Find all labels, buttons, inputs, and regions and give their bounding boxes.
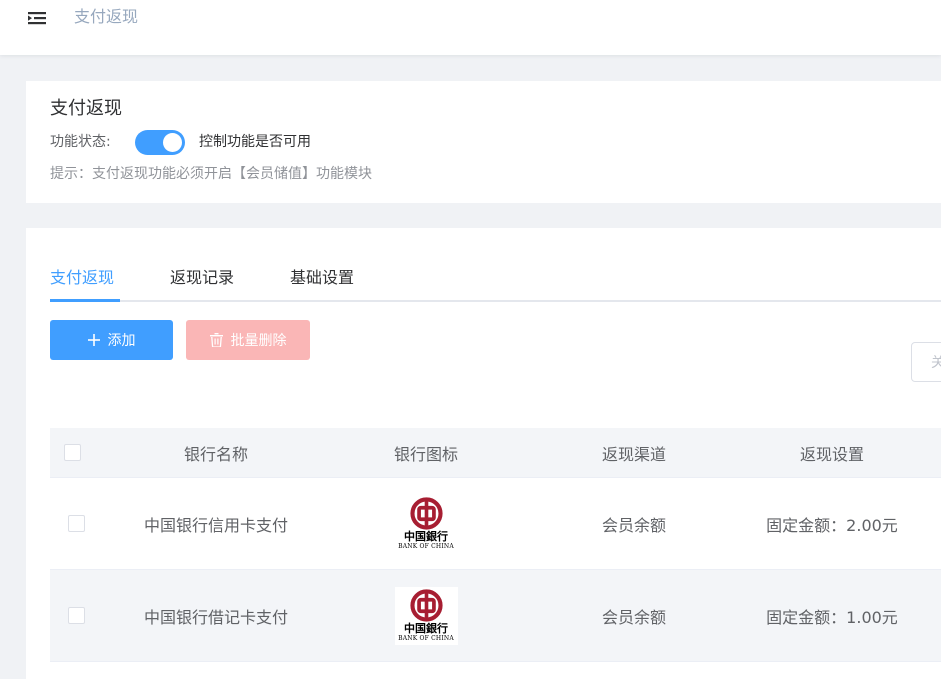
add-button-label: 添加 — [107, 333, 136, 349]
cashback-channel: 会员余额 — [601, 607, 666, 627]
trash-icon — [209, 333, 223, 347]
tab-active-indicator — [50, 299, 120, 302]
row-select-cell — [50, 570, 94, 661]
bank-of-china-logo: 中国銀行 BANK OF CHINA — [394, 494, 458, 553]
header-bank-icon: 银行图标 — [393, 444, 458, 464]
bank-of-china-logo: 中国銀行 BANK OF CHINA — [394, 586, 458, 645]
batch-delete-label: 批量删除 — [230, 333, 287, 349]
tab-cashback-records[interactable]: 返现记录 — [170, 266, 234, 290]
bank-table: 银行名称 银行图标 返现渠道 返现设置 中国银行信用卡支付 中国銀行 BANK … — [50, 428, 941, 662]
batch-delete-button[interactable]: 批量删除 — [186, 320, 310, 360]
menu-fold-icon[interactable] — [27, 9, 47, 27]
tab-basic-settings[interactable]: 基础设置 — [290, 266, 354, 290]
boc-emblem-icon — [409, 496, 443, 530]
logo-chinese-text: 中国銀行 — [404, 621, 448, 635]
bank-name: 中国银行借记卡支付 — [143, 607, 288, 627]
header-cashback-setting: 返现设置 — [799, 444, 864, 464]
logo-english-text: BANK OF CHINA — [398, 542, 454, 550]
select-all-cell — [50, 428, 94, 477]
row-checkbox[interactable] — [67, 607, 85, 624]
status-label: 功能状态: — [50, 134, 111, 150]
cashback-setting: 固定金额：2.00元 — [766, 515, 898, 535]
header-cashback-channel: 返现渠道 — [601, 444, 666, 464]
search-input[interactable]: 关 — [911, 342, 941, 382]
header-bank-name: 银行名称 — [183, 444, 248, 464]
tip-text: 提示：支付返现功能必须开启【会员储值】功能模块 — [50, 166, 372, 182]
boc-emblem-icon — [409, 588, 443, 622]
switch-knob — [163, 133, 182, 152]
top-header: 支付返现 — [0, 0, 941, 55]
table-row: 中国银行借记卡支付 中国銀行 BANK OF CHINA 会员余额 固定金额：1… — [50, 570, 941, 662]
main-card: 支付返现 返现记录 基础设置 添加 批量删除 关 银行 — [26, 228, 941, 679]
logo-english-text: BANK OF CHINA — [398, 634, 454, 642]
logo-chinese-text: 中国銀行 — [404, 529, 448, 543]
add-button[interactable]: 添加 — [50, 320, 173, 360]
select-all-checkbox[interactable] — [63, 444, 81, 461]
table-header: 银行名称 银行图标 返现渠道 返现设置 — [50, 428, 941, 478]
bank-icon-cell: 中国銀行 BANK OF CHINA — [328, 478, 524, 569]
feature-toggle-switch[interactable] — [135, 130, 185, 155]
table-row: 中国银行信用卡支付 中国銀行 BANK OF CHINA 会员余额 固定金额：2… — [50, 478, 941, 570]
settings-title: 支付返现 — [50, 98, 122, 119]
tab-payment-cashback[interactable]: 支付返现 — [50, 266, 114, 290]
plus-icon — [87, 334, 100, 346]
switch-description: 控制功能是否可用 — [199, 134, 311, 150]
row-select-cell — [50, 478, 94, 569]
bank-name: 中国银行信用卡支付 — [143, 515, 288, 535]
tab-bar: 支付返现 返现记录 基础设置 — [50, 262, 941, 302]
cashback-setting: 固定金额：1.00元 — [766, 607, 898, 627]
breadcrumb-title: 支付返现 — [74, 7, 139, 26]
search-placeholder: 关 — [931, 352, 941, 372]
bank-icon-cell: 中国銀行 BANK OF CHINA — [328, 570, 524, 661]
cashback-channel: 会员余额 — [601, 515, 666, 535]
settings-card: 支付返现 功能状态: 控制功能是否可用 提示：支付返现功能必须开启【会员储值】功… — [26, 81, 941, 203]
row-checkbox[interactable] — [67, 515, 85, 532]
